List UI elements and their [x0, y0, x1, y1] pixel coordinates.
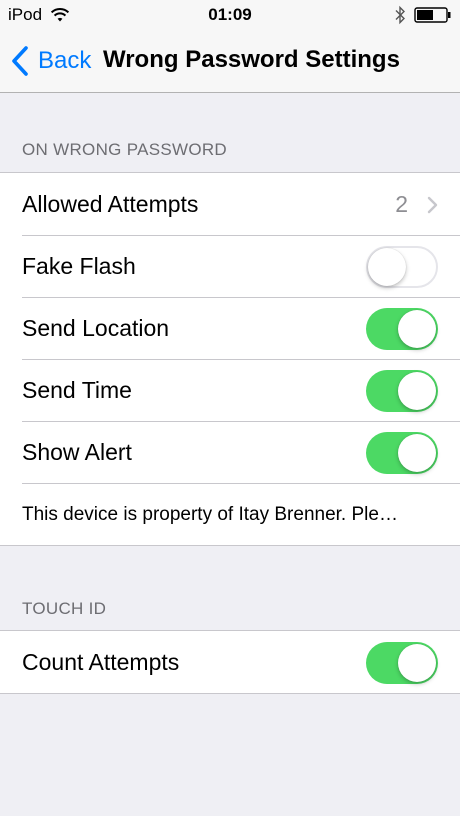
toggle-knob	[398, 310, 436, 348]
send-location-label: Send Location	[22, 315, 170, 341]
alert-message-text: This device is property of Itay Brenner.…	[22, 503, 398, 525]
section-header-touch-id: TOUCH ID	[22, 599, 107, 618]
status-bar: iPod 01:09	[0, 0, 460, 30]
toggle-knob	[398, 434, 436, 472]
show-alert-toggle[interactable]	[366, 432, 438, 474]
send-time-toggle[interactable]	[366, 370, 438, 412]
page-title: Wrong Password Settings	[103, 46, 400, 73]
section-header-wrong-password: ON WRONG PASSWORD	[22, 140, 228, 159]
status-right	[394, 5, 452, 25]
toggle-knob	[368, 248, 406, 286]
send-time-label: Send Time	[22, 377, 132, 403]
show-alert-row: Show Alert	[0, 421, 460, 483]
chevron-right-icon	[427, 196, 438, 214]
send-time-row: Send Time	[0, 359, 460, 421]
allowed-attempts-row[interactable]: Allowed Attempts 2	[0, 173, 460, 235]
show-alert-label: Show Alert	[22, 439, 132, 465]
count-attempts-row: Count Attempts	[0, 631, 460, 693]
send-location-row: Send Location	[0, 297, 460, 359]
alert-message-row[interactable]: This device is property of Itay Brenner.…	[0, 483, 460, 545]
send-location-toggle[interactable]	[366, 308, 438, 350]
allowed-attempts-label: Allowed Attempts	[22, 191, 199, 217]
toggle-knob	[398, 372, 436, 410]
battery-icon	[414, 7, 451, 23]
allowed-attempts-value: 2	[395, 191, 408, 217]
back-button[interactable]: Back	[10, 44, 91, 78]
status-time: 01:09	[208, 5, 252, 24]
fake-flash-row: Fake Flash	[0, 235, 460, 297]
navigation-bar: Back Wrong Password Settings	[0, 30, 460, 93]
toggle-knob	[398, 644, 436, 682]
back-label: Back	[38, 47, 92, 74]
fake-flash-label: Fake Flash	[22, 253, 136, 279]
chevron-left-icon	[12, 46, 28, 76]
count-attempts-toggle[interactable]	[366, 642, 438, 684]
touch-id-group: Count Attempts	[0, 630, 460, 694]
wrong-password-group: Allowed Attempts 2 Fake Flash Send Locat…	[0, 172, 460, 546]
count-attempts-label: Count Attempts	[22, 649, 180, 675]
bluetooth-icon	[395, 5, 405, 25]
fake-flash-toggle[interactable]	[366, 246, 438, 288]
